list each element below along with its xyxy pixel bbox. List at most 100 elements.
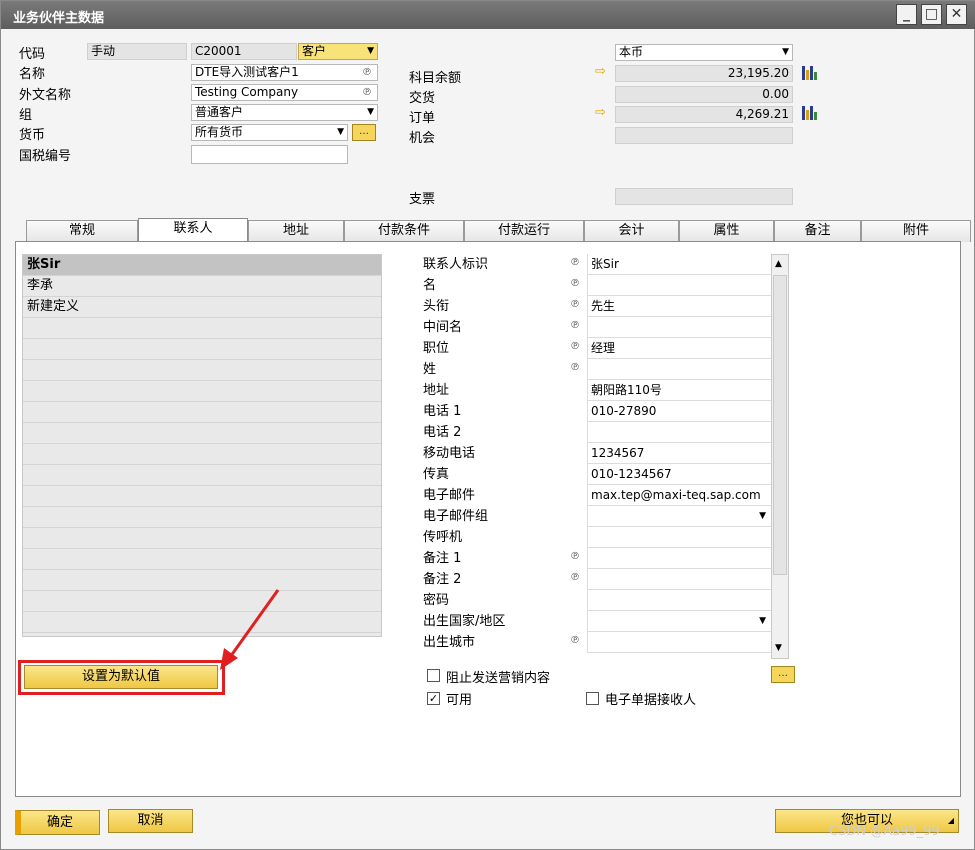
title-bar[interactable]: 业务伙伴主数据 _ □ ✕ bbox=[1, 1, 975, 29]
delivery-field: 0.00 bbox=[615, 86, 793, 103]
list-item bbox=[23, 465, 381, 486]
contact-id-field[interactable]: 张Sir bbox=[587, 254, 771, 275]
contact-row: 电子邮件 max.tep@maxi-teq.sap.com bbox=[419, 485, 771, 506]
list-item[interactable]: 李承 bbox=[23, 276, 381, 297]
code-field[interactable]: C20001 bbox=[191, 43, 297, 60]
currency-more-button[interactable]: … bbox=[352, 124, 376, 141]
group-label: 组 bbox=[19, 108, 33, 123]
translate-icon[interactable]: ℗ bbox=[570, 320, 580, 331]
code-mode-field[interactable]: 手动 bbox=[87, 43, 187, 60]
contact-row: 地址 朝阳路110号 bbox=[419, 380, 771, 401]
title-field[interactable]: 先生 bbox=[587, 296, 771, 317]
active-label: 可用 bbox=[446, 693, 473, 708]
translate-icon[interactable]: ℗ bbox=[570, 551, 580, 562]
minimize-icon[interactable]: _ bbox=[896, 4, 917, 25]
cheque-field bbox=[615, 188, 793, 205]
contact-row: 出生城市 ℗ bbox=[419, 632, 771, 653]
contact-row: 备注 1 ℗ bbox=[419, 548, 771, 569]
list-item bbox=[23, 423, 381, 444]
group-select[interactable]: 普通客户 ▼ bbox=[191, 104, 378, 121]
block-marketing-checkbox[interactable] bbox=[427, 669, 440, 682]
email-field[interactable]: max.tep@maxi-teq.sap.com bbox=[587, 485, 771, 506]
translate-icon[interactable]: ℗ bbox=[570, 362, 580, 373]
e-doc-recipient-label: 电子单据接收人 bbox=[605, 693, 697, 708]
ok-button[interactable]: 确定 bbox=[15, 810, 100, 835]
contacts-panel: 张Sir 李承 新建定义 设置为默认值 联系人标识 ℗ 张Sir 名 ℗ 头衔 … bbox=[15, 241, 961, 797]
dropdown-arrow-icon[interactable]: ▼ bbox=[337, 125, 344, 140]
contact-row: 姓 ℗ bbox=[419, 359, 771, 380]
tax-id-field[interactable] bbox=[191, 145, 348, 164]
tab-address[interactable]: 地址 bbox=[248, 220, 344, 242]
business-partner-window: 业务伙伴主数据 _ □ ✕ 代码 名称 外文名称 组 货币 国税编号 手动 C2… bbox=[0, 0, 975, 850]
tab-remarks[interactable]: 备注 bbox=[774, 220, 861, 242]
cancel-button[interactable]: 取消 bbox=[108, 809, 193, 833]
translate-icon[interactable]: ℗ bbox=[570, 572, 580, 583]
window-title: 业务伙伴主数据 bbox=[13, 11, 105, 26]
orders-chart-icon[interactable] bbox=[802, 106, 818, 120]
balance-chart-icon[interactable] bbox=[802, 66, 818, 80]
maximize-icon[interactable]: □ bbox=[921, 4, 942, 25]
mobile-field[interactable]: 1234567 bbox=[587, 443, 771, 464]
tab-payment-terms[interactable]: 付款条件 bbox=[344, 220, 464, 242]
e-doc-recipient-checkbox[interactable] bbox=[586, 692, 599, 705]
dropdown-arrow-icon[interactable]: ▼ bbox=[759, 611, 766, 631]
list-item[interactable]: 新建定义 bbox=[23, 297, 381, 318]
translate-icon[interactable]: ℗ bbox=[570, 257, 580, 268]
birth-city-field[interactable] bbox=[587, 632, 771, 653]
dropdown-arrow-icon[interactable]: ▼ bbox=[367, 44, 374, 59]
tab-payment-run[interactable]: 付款运行 bbox=[464, 220, 584, 242]
block-marketing-label: 阻止发送营销内容 bbox=[446, 671, 551, 686]
scroll-thumb[interactable] bbox=[773, 275, 787, 575]
phone1-field[interactable]: 010-27890 bbox=[587, 401, 771, 422]
remark2-field[interactable] bbox=[587, 569, 771, 590]
scroll-up-icon[interactable]: ▲ bbox=[775, 259, 782, 269]
balance-currency-select[interactable]: 本币 ▼ bbox=[615, 44, 793, 61]
dropdown-arrow-icon[interactable]: ▼ bbox=[367, 105, 374, 120]
contact-row: 电子邮件组 ▼ bbox=[419, 506, 771, 527]
translate-icon[interactable]: ℗ bbox=[570, 278, 580, 289]
set-default-button[interactable]: 设置为默认值 bbox=[24, 665, 218, 689]
list-item bbox=[23, 591, 381, 612]
pager-field[interactable] bbox=[587, 527, 771, 548]
dropdown-arrow-icon[interactable]: ◢ bbox=[948, 810, 954, 832]
link-arrow-icon[interactable]: ⇨ bbox=[595, 64, 606, 79]
remark1-field[interactable] bbox=[587, 548, 771, 569]
contact-scrollbar[interactable]: ▲ ▼ bbox=[771, 254, 789, 659]
translate-icon[interactable]: ℗ bbox=[570, 299, 580, 310]
translate-icon[interactable]: ℗ bbox=[362, 65, 372, 80]
translate-icon[interactable]: ℗ bbox=[570, 635, 580, 646]
translate-icon[interactable]: ℗ bbox=[570, 341, 580, 352]
tab-attachments[interactable]: 附件 bbox=[861, 220, 971, 242]
more-options-button[interactable]: … bbox=[771, 666, 795, 683]
active-checkbox[interactable]: ✓ bbox=[427, 692, 440, 705]
password-field[interactable] bbox=[587, 590, 771, 611]
tab-contacts[interactable]: 联系人 bbox=[138, 218, 248, 243]
tax-id-label: 国税编号 bbox=[19, 149, 72, 164]
bp-type-select[interactable]: 客户 ▼ bbox=[298, 43, 378, 60]
name-field[interactable]: DTE导入测试客户1 ℗ bbox=[191, 64, 378, 81]
contact-row: 头衔 ℗ 先生 bbox=[419, 296, 771, 317]
tab-properties[interactable]: 属性 bbox=[679, 220, 774, 242]
close-icon[interactable]: ✕ bbox=[946, 4, 967, 25]
first-name-field[interactable] bbox=[587, 275, 771, 296]
code-label: 代码 bbox=[19, 47, 46, 62]
dropdown-arrow-icon[interactable]: ▼ bbox=[759, 506, 766, 526]
tab-accounting[interactable]: 会计 bbox=[584, 220, 679, 242]
address-field[interactable]: 朝阳路110号 bbox=[587, 380, 771, 401]
phone2-field[interactable] bbox=[587, 422, 771, 443]
tab-general[interactable]: 常规 bbox=[26, 220, 138, 242]
dropdown-arrow-icon[interactable]: ▼ bbox=[782, 45, 789, 60]
currency-select[interactable]: 所有货币 ▼ bbox=[191, 124, 348, 141]
middle-name-field[interactable] bbox=[587, 317, 771, 338]
email-group-select[interactable]: ▼ bbox=[587, 506, 771, 527]
translate-icon[interactable]: ℗ bbox=[362, 85, 372, 100]
list-item[interactable]: 张Sir bbox=[23, 255, 381, 276]
fax-field[interactable]: 010-1234567 bbox=[587, 464, 771, 485]
link-arrow-icon[interactable]: ⇨ bbox=[595, 105, 606, 120]
last-name-field[interactable] bbox=[587, 359, 771, 380]
position-field[interactable]: 经理 bbox=[587, 338, 771, 359]
birth-country-select[interactable]: ▼ bbox=[587, 611, 771, 632]
scroll-down-icon[interactable]: ▼ bbox=[775, 643, 782, 653]
foreign-name-field[interactable]: Testing Company ℗ bbox=[191, 84, 378, 101]
contact-row: 密码 bbox=[419, 590, 771, 611]
